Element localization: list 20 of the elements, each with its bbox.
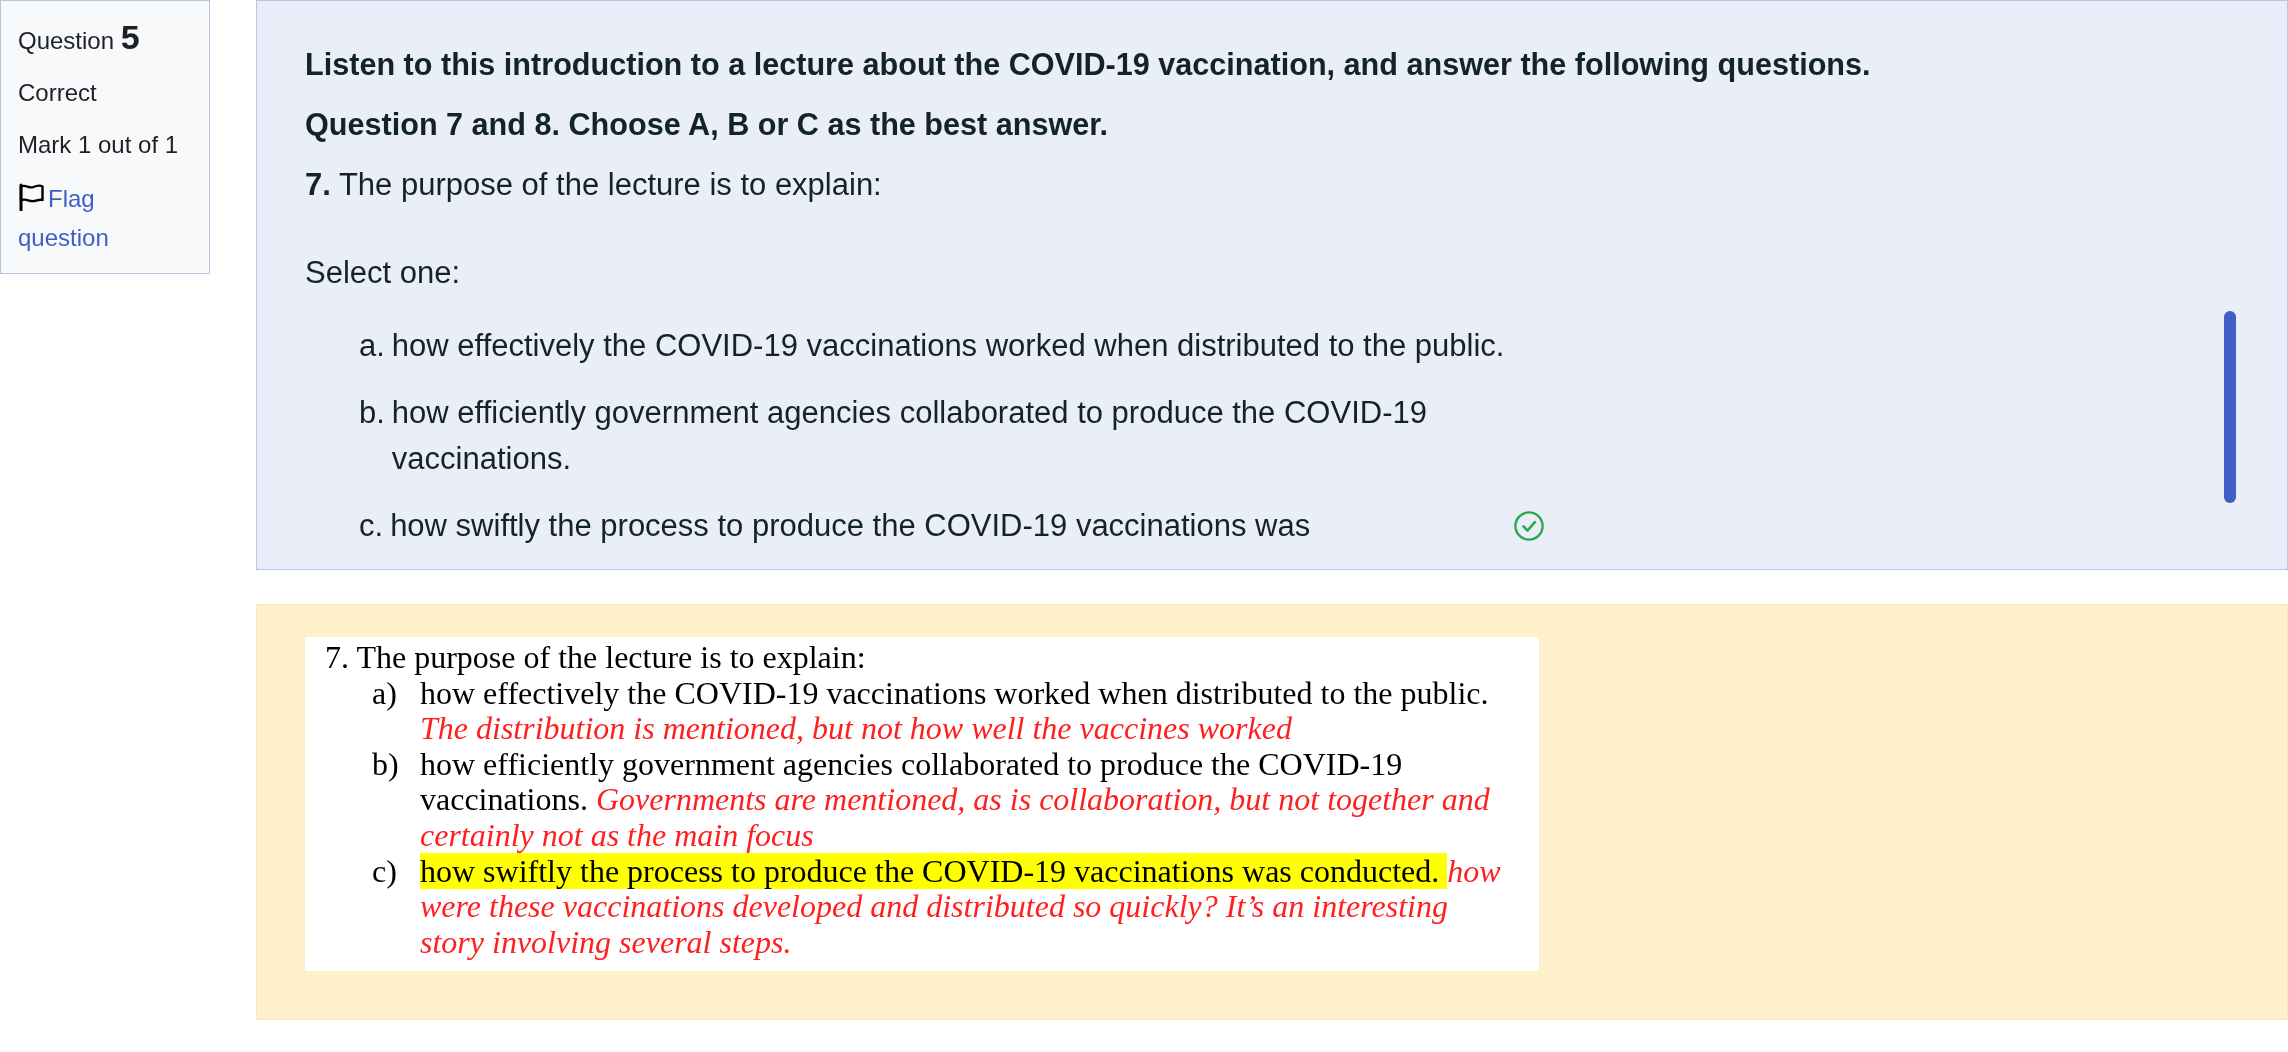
- question-number: 5: [120, 18, 140, 56]
- document-question: 7. The purpose of the lecture is to explain:: [325, 640, 867, 676]
- answer-option: a. how effectively the COVID-19 vaccinations worked when distributed to the public.: [359, 323, 1516, 370]
- question-intro: Listen to this introduction to a lecture about the COVID-19 vaccination, and answer the following questions.: [305, 46, 1872, 84]
- answer-letter: b): [372, 746, 400, 784]
- answer-explanation: how swiftly the process to produce the COVID-19 vaccinations was conducted. how were these vaccinations developed and distributed so quickly? It’s an interesting story involving several steps.: [420, 853, 1502, 961]
- select-one-label: Select one:: [305, 254, 462, 292]
- answer-explanation: how effectively the COVID-19 vaccinations worked when distributed to the public. The distribution is mentioned, but not how well the vaccines worked: [420, 675, 1490, 747]
- question-prompt: 7. The purpose of the lecture is to explain:: [305, 166, 883, 204]
- flag-question-link[interactable]: Flag question: [18, 179, 138, 257]
- question-status: Correct: [18, 78, 98, 108]
- flag-icon[interactable]: [18, 183, 44, 211]
- mark-text: Mark 1 out of 1: [18, 130, 179, 160]
- scrollbar-thumb[interactable]: [2224, 311, 2236, 503]
- answer-letter: a): [372, 675, 398, 713]
- question-instruction: Question 7 and 8. Choose A, B or C as the best answer.: [305, 106, 1109, 144]
- question-label: Question: [18, 27, 115, 54]
- answer-option: c. how swiftly the process to produce the COVID-19 vaccinations was: [359, 502, 1515, 549]
- answer-option: b. how efficiently government agencies collaborated to produce the COVID-19 vaccinations.: [359, 389, 1516, 483]
- answer-letter: c): [372, 853, 398, 891]
